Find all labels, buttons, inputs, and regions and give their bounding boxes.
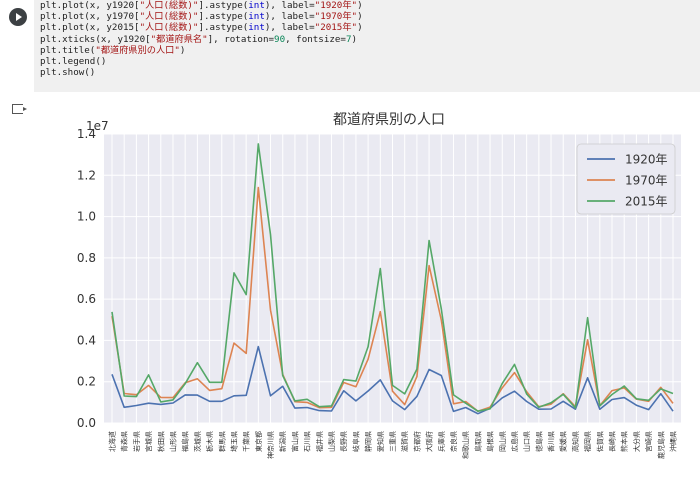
chart-title: 都道府県別の人口 <box>333 112 445 128</box>
x-tick-label: 富山県 <box>290 431 299 452</box>
y-tick-label: 0.8 <box>77 251 96 265</box>
x-tick-label: 熊本県 <box>620 431 629 452</box>
x-tick-label: 徳島県 <box>534 431 543 452</box>
x-tick-label: 群馬県 <box>217 431 226 452</box>
y-tick-label: 1.0 <box>77 210 96 224</box>
y-tick-label: 0.6 <box>77 292 96 306</box>
x-tick-label: 佐賀県 <box>595 431 604 452</box>
code-cell[interactable]: plt.plot(x, y1920["人口(総数)"].astype(int),… <box>0 0 700 92</box>
x-tick-label: 宮崎県 <box>644 431 653 452</box>
x-tick-label: 福井県 <box>315 431 324 452</box>
x-tick-label: 福岡県 <box>583 431 592 452</box>
x-tick-label: 新潟県 <box>278 431 287 452</box>
code-line: plt.plot(x, y1920["人口(総数)"].astype(int),… <box>40 0 363 11</box>
x-tick-label: 高知県 <box>571 431 580 452</box>
x-tick-label: 神奈川県 <box>266 431 275 459</box>
x-tick-label: 鳥取県 <box>473 431 482 452</box>
x-tick-label: 長野県 <box>340 431 348 452</box>
x-tick-label: 岡山県 <box>498 431 507 452</box>
x-tick-label: 愛媛県 <box>559 431 568 452</box>
line-chart: 0.00.20.40.60.81.01.21.4 北海道 青森県 岩手県 宮城県 秋田県… <box>77 112 681 459</box>
x-tick-label: 奈良県 <box>449 431 458 452</box>
x-tick-label: 沖縄県 <box>669 431 678 452</box>
legend-label: 2015年 <box>625 195 668 209</box>
cell-output: 0.0 0.2 0.4 0.6 0.8 1.0 1.2 1.4 北海道 青森県 岩手県 宮城県 秋田県… <box>34 92 700 497</box>
code-line: plt.legend() <box>40 56 107 68</box>
output-gutter <box>0 92 34 497</box>
x-tick-label: 茨城県 <box>193 431 202 452</box>
x-tick-label: 栃木県 <box>205 431 214 452</box>
x-tick-label: 秋田県 <box>156 431 165 452</box>
code-line: plt.plot(x, y2015["人口(総数)"].astype(int),… <box>40 22 363 34</box>
x-tick-label: 愛知県 <box>376 431 385 452</box>
x-tick-label: 静岡県 <box>364 431 373 452</box>
x-tick-label: 滋賀県 <box>400 431 409 452</box>
x-tick-label: 岩手県 <box>132 431 141 452</box>
x-tick-label: 三重県 <box>389 431 397 452</box>
code-line: plt.show() <box>40 67 96 79</box>
x-tick-label: 山口県 <box>522 431 531 452</box>
legend: 1920年 1970年 2015年 <box>576 143 676 215</box>
code-line: plt.xticks(x, y1920["都道府県名"], rotation=9… <box>40 33 358 45</box>
x-tick-label: 石川県 <box>304 431 312 452</box>
x-tick-label: 山形県 <box>168 431 177 452</box>
x-tick-label: 大阪府 <box>425 431 434 452</box>
x-tick-label: 福島県 <box>181 431 190 452</box>
x-tick-label: 長崎県 <box>608 431 617 452</box>
x-tick-label: 東京都 <box>254 431 263 452</box>
x-tick-label: 岐阜県 <box>351 431 360 452</box>
x-tick-label: 鹿児島県 <box>656 431 665 459</box>
x-tick-label: 香川県 <box>547 431 556 452</box>
run-cell-icon[interactable] <box>9 8 27 26</box>
x-tick-label: 大分県 <box>632 431 641 452</box>
x-tick-label: 広島県 <box>510 431 519 452</box>
x-tick-label: 宮城県 <box>144 431 153 452</box>
y-tick-label: 0.2 <box>77 375 96 389</box>
x-tick-label: 兵庫県 <box>437 431 446 452</box>
y-offset-label: 1e7 <box>86 119 109 133</box>
code-editor[interactable]: plt.plot(x, y1920["人口(総数)"].astype(int),… <box>34 0 700 92</box>
x-tick-label: 島根県 <box>486 431 495 452</box>
x-tick-label: 千葉県 <box>242 431 251 452</box>
cell-gutter <box>0 0 34 92</box>
legend-label: 1970年 <box>625 174 668 188</box>
x-tick-label: 青森県 <box>120 431 129 452</box>
code-line: plt.title("都道府県別の人口") <box>40 44 186 56</box>
legend-label: 1920年 <box>625 153 668 167</box>
x-tick-label: 和歌山県 <box>461 431 470 459</box>
code-text[interactable]: plt.plot(x, y1920["人口(総数)"].astype(int),… <box>40 0 363 78</box>
x-tick-label: 京都府 <box>412 431 421 452</box>
output-actions-icon[interactable] <box>12 104 27 114</box>
x-tick-label: 山梨県 <box>327 431 336 452</box>
x-tick-label: 北海道 <box>108 431 117 452</box>
x-tick-label: 埼玉県 <box>229 431 238 452</box>
y-tick-label: 0.0 <box>77 416 96 430</box>
y-tick-label: 1.2 <box>77 168 96 182</box>
y-tick-label: 0.4 <box>77 333 96 347</box>
code-line: plt.plot(x, y1970["人口(総数)"].astype(int),… <box>40 11 363 23</box>
